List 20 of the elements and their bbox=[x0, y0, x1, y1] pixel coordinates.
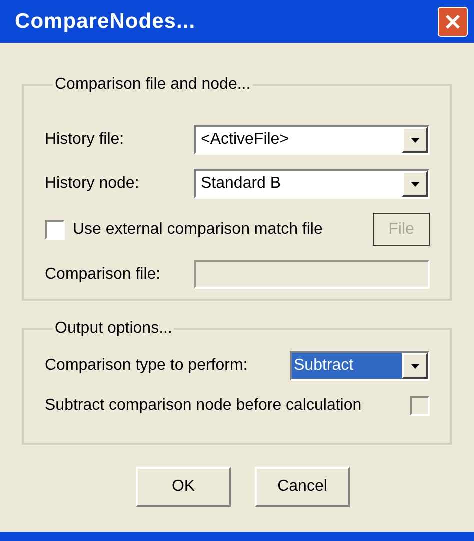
window-title: CompareNodes... bbox=[15, 8, 196, 35]
checkbox-label: Use external comparison match file bbox=[73, 220, 324, 240]
dropdown-field[interactable]: <ActiveFile> bbox=[194, 125, 430, 155]
close-icon bbox=[445, 14, 461, 30]
close-button[interactable] bbox=[438, 6, 468, 36]
field-label: Comparison type to perform: bbox=[45, 356, 248, 376]
group-title: Comparison file and node... bbox=[54, 75, 252, 95]
field-label: History node: bbox=[45, 174, 140, 194]
group-title: Output options... bbox=[54, 319, 174, 339]
dropdown-arrow-icon bbox=[410, 182, 420, 186]
field-label: History file: bbox=[45, 130, 124, 150]
dropdown-arrow-icon bbox=[410, 364, 420, 368]
dropdown-arrow-icon bbox=[410, 138, 420, 142]
checkbox-label: Subtract comparison node before calculation bbox=[45, 396, 362, 416]
dropdown-field[interactable]: Subtract bbox=[290, 351, 430, 381]
field-label: Comparison file: bbox=[45, 264, 161, 284]
dialog-button[interactable]: Cancel bbox=[255, 467, 350, 507]
checkbox[interactable] bbox=[45, 220, 65, 240]
dialog-button[interactable]: OK bbox=[136, 467, 231, 507]
dropdown-field[interactable]: Standard B bbox=[194, 169, 430, 199]
